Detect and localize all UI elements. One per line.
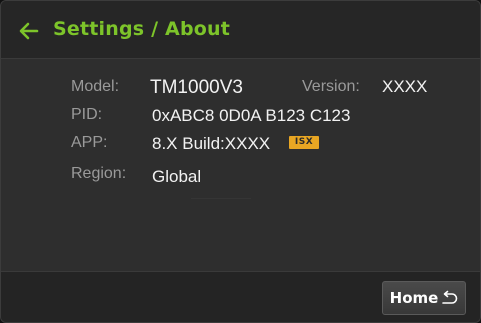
pid-value: 0xABC8 0D0A B123 C123 [152,106,351,125]
about-screen: Settings / About Model: TM1000V3 Version… [0,0,481,323]
divider [191,198,251,199]
home-button-label: Home [389,289,439,307]
version-label: Version: [302,78,360,95]
page-title: Settings / About [53,18,231,40]
region-value: Global [152,167,202,186]
region-label: Region: [71,165,127,182]
model-value: TM1000V3 [150,77,243,98]
return-arrow-icon [442,290,458,304]
footer-bar: Home [1,271,480,322]
back-button[interactable] [17,20,41,42]
about-info-panel: Model: TM1000V3 Version: XXXX PID: 0xABC… [1,59,480,271]
pid-label: PID: [71,106,103,123]
version-value: XXXX [382,77,428,96]
isx-badge: ISX [289,136,319,149]
arrow-left-icon [19,22,39,40]
header-bar: Settings / About [1,1,480,59]
home-button[interactable]: Home [382,281,466,315]
model-label: Model: [71,78,120,95]
app-value: 8.X Build:XXXX [152,134,271,153]
app-label: APP: [71,134,108,151]
